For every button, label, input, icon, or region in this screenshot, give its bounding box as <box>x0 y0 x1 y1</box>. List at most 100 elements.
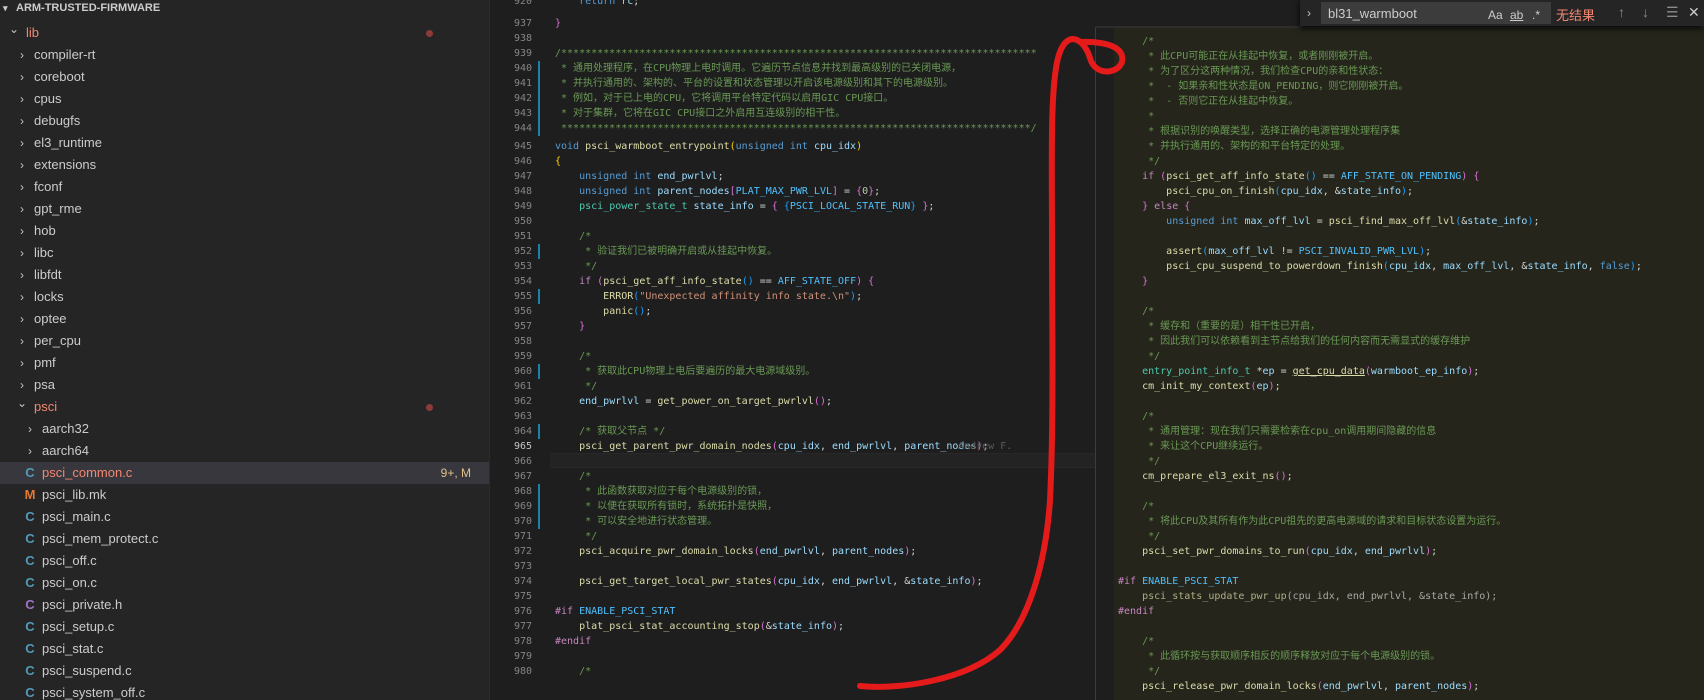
match-case-icon[interactable]: Aa <box>1488 7 1503 23</box>
code-text: * - 如果亲和性状态是ON_PENDING，则它刚刚被开启。 <box>1142 81 1409 92</box>
code-line: 971 */ <box>490 529 1095 544</box>
code-line: 945 void psci_warmboot_entrypoint(unsigne… <box>490 139 1095 154</box>
tree-item[interactable]: › locks <box>0 286 489 308</box>
tree-item[interactable]: Cpsci_private.h <box>0 594 489 616</box>
c-file-icon: C <box>25 465 35 480</box>
chevron-right-icon: › <box>20 224 24 238</box>
next-match-arrow-icon[interactable]: ↓ <box>1642 4 1649 20</box>
regex-icon[interactable]: .* <box>1532 7 1540 23</box>
tree-item[interactable]: Cpsci_off.c <box>0 550 489 572</box>
line-number: 937 <box>513 18 532 29</box>
tree-item[interactable]: › compiler-rt <box>0 44 489 66</box>
tree-item[interactable]: › libfdt <box>0 264 489 286</box>
tree-item[interactable]: Cpsci_setup.c <box>0 616 489 638</box>
line-number: 953 <box>513 261 532 272</box>
line-number: 945 <box>513 141 532 152</box>
tree-item[interactable]: › hob <box>0 220 489 242</box>
code-line: 943 * 对于集群，它将在GIC CPU接口之外启用互连级别的相干性。 <box>490 106 1095 121</box>
tree-item[interactable]: Cpsci_mem_protect.c <box>0 528 489 550</box>
previous-match-arrow-icon[interactable]: ↑ <box>1618 4 1625 20</box>
git-change-marker <box>538 514 540 529</box>
code-editor[interactable]: 920 return rc; 937} 938 939/***************… <box>490 0 1095 700</box>
code-text: * 此函数获取对应于每个电源级别的锁， <box>579 486 768 497</box>
code-line: 976 #if ENABLE_PSCI_STAT <box>490 604 1095 619</box>
peek-code-line: unsigned int max_off_lvl = psci_find_max… <box>1096 214 1704 229</box>
code-line: 979 <box>490 649 1095 664</box>
tree-item[interactable]: Cpsci_suspend.c <box>0 660 489 682</box>
peek-code-line: * 为了区分这两种情况，我们检查CPU的亲和性状态： <box>1096 64 1704 79</box>
find-in-selection-icon[interactable]: ☰ <box>1666 4 1679 21</box>
tree-item[interactable]: › el3_runtime <box>0 132 489 154</box>
tree-item[interactable]: › cpus <box>0 88 489 110</box>
code-line: 969 * 以便在获取所有锁时，系统拓扑是快照， <box>490 499 1095 514</box>
peek-code-line: /* <box>1096 304 1704 319</box>
tree-item[interactable]: › libc <box>0 242 489 264</box>
line-number: 972 <box>513 546 532 557</box>
code-text: return rc; <box>579 0 640 7</box>
line-number: 948 <box>513 186 532 197</box>
line-number: 938 <box>513 33 532 44</box>
line-number: 966 <box>513 456 532 467</box>
whole-word-icon[interactable]: ab <box>1510 7 1523 23</box>
tree-item-label: el3_runtime <box>34 135 102 150</box>
tree-item-label: pmf <box>34 355 56 370</box>
tree-item[interactable]: › optee <box>0 308 489 330</box>
tree-item[interactable]: ⌄ psci <box>0 396 489 418</box>
explorer-title[interactable]: ▾ ARM-TRUSTED-FIRMWARE <box>0 0 489 22</box>
tree-item[interactable]: Cpsci_on.c <box>0 572 489 594</box>
close-icon[interactable]: ✕ <box>1688 4 1700 21</box>
peek-code-line <box>1096 289 1704 304</box>
tree-item[interactable]: › aarch64 <box>0 440 489 462</box>
line-number: 976 <box>513 606 532 617</box>
line-number: 977 <box>513 621 532 632</box>
c-file-icon: C <box>25 531 35 546</box>
tree-item[interactable]: ⌄ lib <box>0 22 489 44</box>
tree-item-label: fconf <box>34 179 63 194</box>
code-text: if (psci_get_aff_info_state() == AFF_STA… <box>1142 171 1480 182</box>
line-number: 940 <box>513 63 532 74</box>
code-line: 941 * 并执行通用的、架构的、平台的设置和状态管理以开启该电源级别和其下的电… <box>490 76 1095 91</box>
tree-item[interactable]: › pmf <box>0 352 489 374</box>
code-text: { <box>555 156 562 167</box>
tree-item[interactable]: Mpsci_lib.mk <box>0 484 489 506</box>
peek-code-line <box>1096 484 1704 499</box>
code-text: psci_get_target_local_pwr_states(cpu_idx… <box>579 576 983 587</box>
tree-item[interactable]: › gpt_rme <box>0 198 489 220</box>
code-line: 956 panic(); <box>490 304 1095 319</box>
toggle-replace-chevron-icon[interactable]: › <box>1300 0 1318 26</box>
code-line: 938 <box>490 31 1095 46</box>
find-input[interactable]: bl31_warmboot Aa ab .* <box>1321 2 1551 24</box>
code-text: if (psci_get_aff_info_state() == AFF_STA… <box>579 276 875 287</box>
tree-item[interactable]: › psa <box>0 374 489 396</box>
tree-item[interactable]: › aarch32 <box>0 418 489 440</box>
header-file-icon: C <box>25 597 35 612</box>
tree-item-label: hob <box>34 223 56 238</box>
code-line: 970 * 可以安全地进行状态管理。 <box>490 514 1095 529</box>
code-line: 962 end_pwrlvl = get_power_on_target_pwr… <box>490 394 1095 409</box>
code-text: psci_release_pwr_domain_locks(end_pwrlvl… <box>1142 681 1480 692</box>
line-number: 963 <box>513 411 532 422</box>
tree-item[interactable]: › coreboot <box>0 66 489 88</box>
tree-item[interactable]: Cpsci_stat.c <box>0 638 489 660</box>
tree-item[interactable]: Cpsci_common.c 9+, M <box>0 462 489 484</box>
tree-item[interactable]: › per_cpu <box>0 330 489 352</box>
tree-item[interactable]: › extensions <box>0 154 489 176</box>
tree-item[interactable]: › debugfs <box>0 110 489 132</box>
tree-item-label: cpus <box>34 91 62 106</box>
line-number: 939 <box>513 48 532 59</box>
code-text: * 获取此CPU物理上电后要遍历的最大电源域级别。 <box>579 366 816 377</box>
code-line: 944 ************************************… <box>490 121 1095 136</box>
tree-item[interactable]: › fconf <box>0 176 489 198</box>
line-number: 954 <box>513 276 532 287</box>
code-text: * 并执行通用的、架构的和平台特定的处理。 <box>1142 141 1351 152</box>
chevron-right-icon: › <box>20 48 24 62</box>
tree-item[interactable]: Cpsci_main.c <box>0 506 489 528</box>
code-text: panic(); <box>603 306 652 317</box>
tree-item-label: psci_suspend.c <box>42 663 132 678</box>
chevron-right-icon: › <box>20 246 24 260</box>
chevron-right-icon: › <box>20 70 24 84</box>
code-text: psci_set_pwr_domains_to_run(cpu_idx, end… <box>1142 546 1438 557</box>
tree-item[interactable]: Cpsci_system_off.c <box>0 682 489 700</box>
tree-item-label: psci_main.c <box>42 509 111 524</box>
peek-editor[interactable]: /* * 此CPU可能正在从挂起中恢复，或者刚刚被开启。 * 为了区分这两种情况… <box>1095 28 1704 700</box>
